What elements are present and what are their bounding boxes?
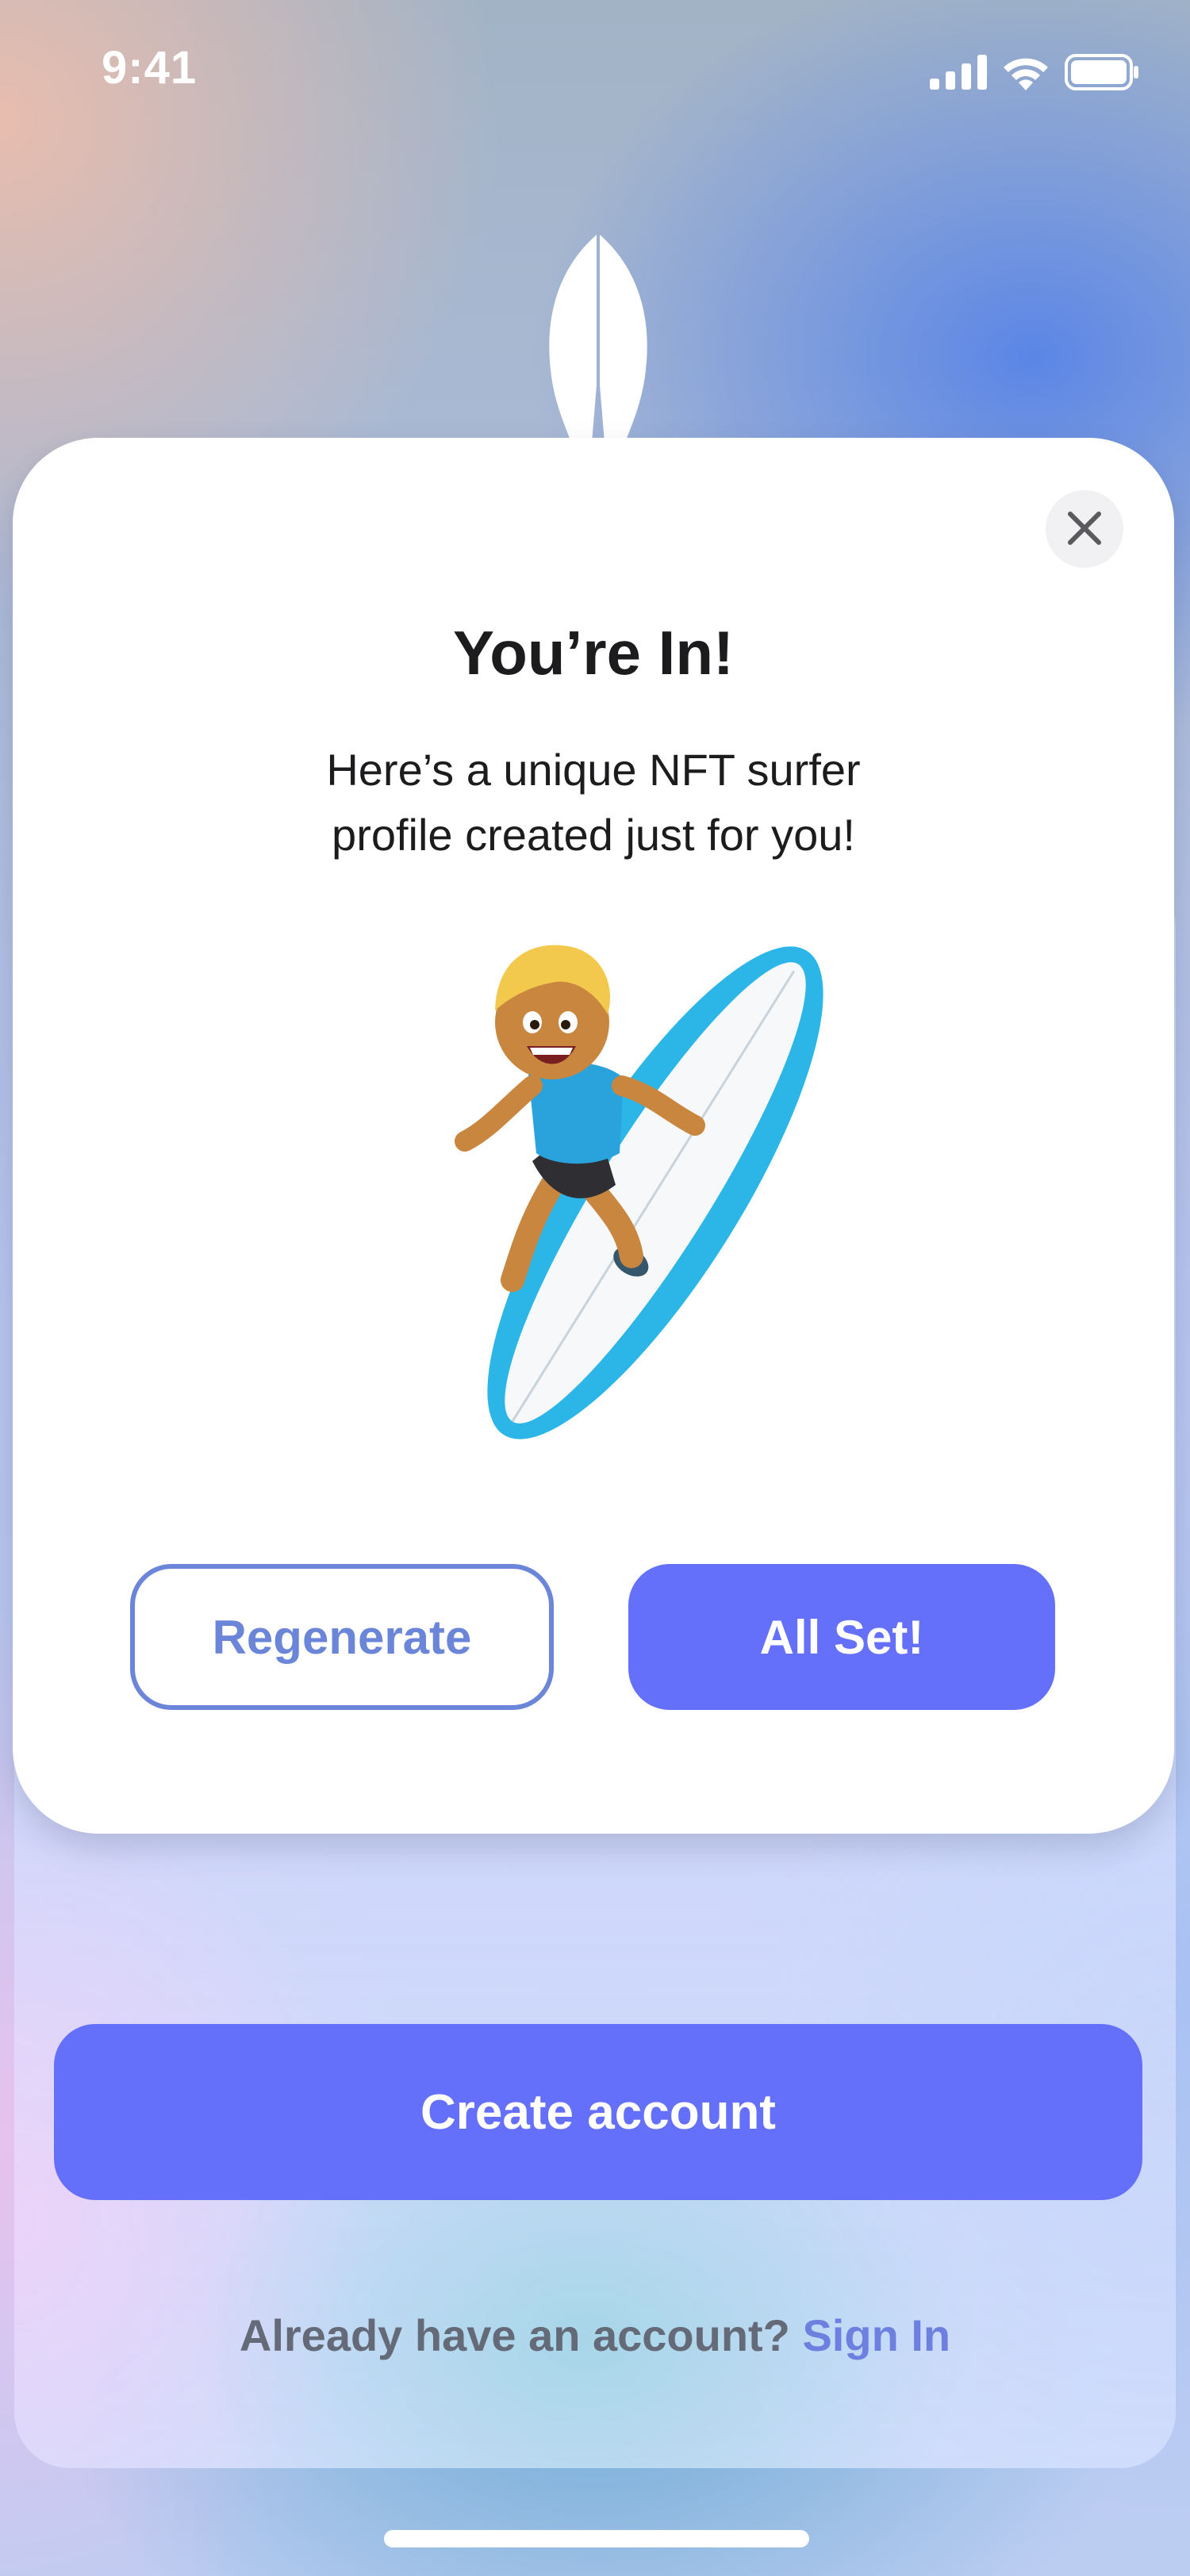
modal-title: You’re In!	[453, 618, 734, 688]
signin-prompt: Already have an account?	[239, 2310, 790, 2360]
home-indicator	[384, 2530, 809, 2547]
create-account-button[interactable]: Create account	[54, 2024, 1142, 2200]
all-set-button[interactable]: All Set!	[628, 1564, 1055, 1710]
signin-link[interactable]: Sign In	[802, 2310, 950, 2360]
status-icons	[930, 51, 1139, 94]
cellular-signal-icon	[930, 55, 987, 90]
battery-icon	[1065, 54, 1139, 90]
close-icon	[1067, 511, 1102, 548]
surfer-emoji-illustration	[433, 923, 830, 1478]
regenerate-button[interactable]: Regenerate	[130, 1564, 554, 1710]
status-bar: 9:41	[0, 0, 1190, 143]
nft-profile-modal: You’re In! Here’s a unique NFT surfer pr…	[13, 438, 1174, 1834]
wifi-icon	[1001, 54, 1050, 90]
surfboard-logo-icon	[544, 235, 652, 443]
close-button[interactable]	[1046, 490, 1123, 568]
signin-row: Already have an account? Sign In	[0, 2310, 1190, 2361]
modal-subtitle: Here’s a unique NFT surfer profile creat…	[326, 745, 861, 860]
status-time: 9:41	[102, 42, 198, 94]
